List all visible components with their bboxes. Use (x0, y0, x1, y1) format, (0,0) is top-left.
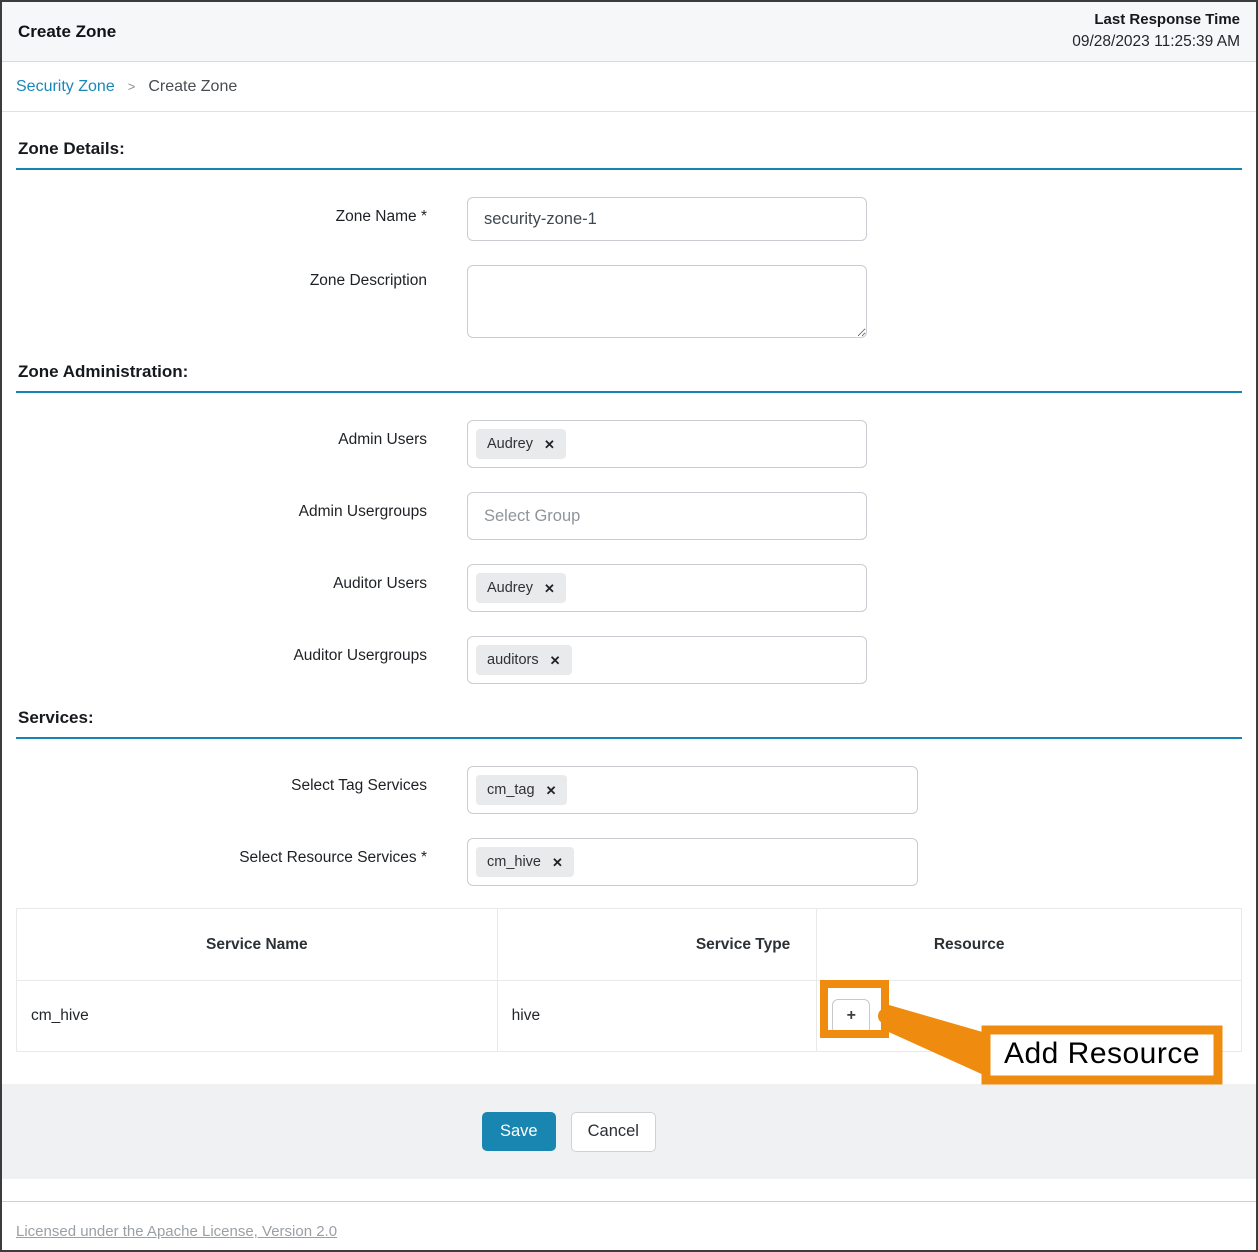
tag-services-row: Select Tag Services cm_tag ✕ (16, 766, 1242, 814)
resource-services-select[interactable]: cm_hive ✕ (467, 838, 918, 886)
chip-remove-icon[interactable]: ✕ (544, 582, 555, 595)
zone-name-row: Zone Name * (16, 197, 1242, 241)
resource-services-label: Select Resource Services * (16, 838, 427, 867)
chip-remove-icon[interactable]: ✕ (546, 784, 557, 797)
create-zone-page: Create Zone Last Response Time 09/28/202… (0, 0, 1258, 1252)
auditor-users-row: Auditor Users Audrey ✕ (16, 564, 1242, 612)
auditor-users-select[interactable]: Audrey ✕ (467, 564, 867, 612)
admin-usergroups-row: Admin Usergroups Select Group (16, 492, 1242, 540)
chip-resource-service: cm_hive ✕ (476, 847, 574, 877)
cell-resource: + (817, 981, 1242, 1052)
last-response-label: Last Response Time (1072, 9, 1240, 31)
admin-users-select[interactable]: Audrey ✕ (467, 420, 867, 468)
breadcrumb-current: Create Zone (148, 78, 237, 96)
col-header-service-name: Service Name (17, 909, 498, 981)
page-title: Create Zone (18, 22, 116, 42)
chip-remove-icon[interactable]: ✕ (552, 856, 563, 869)
chip-label: Audrey (487, 580, 533, 596)
col-header-resource: Resource (817, 909, 1242, 981)
auditor-usergroups-label: Auditor Usergroups (16, 636, 427, 665)
admin-users-label: Admin Users (16, 420, 427, 449)
chip-label: auditors (487, 652, 539, 668)
admin-usergroups-select[interactable]: Select Group (467, 492, 867, 540)
chip-admin-user: Audrey ✕ (476, 429, 566, 459)
section-heading-zone-administration: Zone Administration: (16, 362, 1242, 393)
save-button[interactable]: Save (482, 1112, 556, 1151)
footer-gap (2, 1179, 1256, 1201)
last-response-time: Last Response Time 09/28/2023 11:25:39 A… (1072, 2, 1240, 61)
footer: Licensed under the Apache License, Versi… (2, 1201, 1256, 1241)
topbar: Create Zone Last Response Time 09/28/202… (2, 2, 1256, 62)
tag-services-select[interactable]: cm_tag ✕ (467, 766, 918, 814)
chip-auditor-usergroup: auditors ✕ (476, 645, 572, 675)
chip-label: cm_tag (487, 782, 535, 798)
chip-auditor-user: Audrey ✕ (476, 573, 566, 603)
admin-users-row: Admin Users Audrey ✕ (16, 420, 1242, 468)
zone-name-input[interactable] (467, 197, 867, 241)
cell-service-type: hive (497, 981, 817, 1052)
col-header-service-type: Service Type (497, 909, 817, 981)
service-table-header-row: Service Name Service Type Resource (17, 909, 1242, 981)
auditor-usergroups-select[interactable]: auditors ✕ (467, 636, 867, 684)
auditor-users-label: Auditor Users (16, 564, 427, 593)
section-heading-zone-details: Zone Details: (16, 139, 1242, 170)
cancel-button[interactable]: Cancel (571, 1112, 656, 1152)
cell-service-name: cm_hive (17, 981, 498, 1052)
zone-name-label: Zone Name * (16, 197, 427, 226)
service-table: Service Name Service Type Resource cm_hi… (16, 908, 1242, 1052)
zone-description-input[interactable] (467, 265, 867, 338)
chip-label: Audrey (487, 436, 533, 452)
section-heading-services: Services: (16, 708, 1242, 739)
admin-usergroups-placeholder: Select Group (476, 507, 580, 526)
chip-tag-service: cm_tag ✕ (476, 775, 567, 805)
table-row: cm_hive hive + (17, 981, 1242, 1052)
admin-usergroups-label: Admin Usergroups (16, 492, 427, 521)
add-resource-button[interactable]: + (832, 999, 870, 1034)
actions-band: Save Cancel (2, 1084, 1256, 1179)
breadcrumb-separator-icon: > (128, 79, 136, 94)
breadcrumb: Security Zone > Create Zone (2, 62, 1256, 112)
last-response-value: 09/28/2023 11:25:39 AM (1072, 31, 1240, 53)
form-content: Zone Details: Zone Name * Zone Descripti… (2, 139, 1256, 1052)
chip-remove-icon[interactable]: ✕ (544, 438, 555, 451)
tag-services-label: Select Tag Services (16, 766, 427, 795)
zone-description-label: Zone Description (16, 265, 427, 290)
license-link[interactable]: Licensed under the Apache License, Versi… (16, 1223, 337, 1240)
chip-label: cm_hive (487, 854, 541, 870)
zone-description-row: Zone Description (16, 265, 1242, 338)
resource-services-row: Select Resource Services * cm_hive ✕ (16, 838, 1242, 886)
breadcrumb-link-security-zone[interactable]: Security Zone (16, 78, 115, 96)
auditor-usergroups-row: Auditor Usergroups auditors ✕ (16, 636, 1242, 684)
chip-remove-icon[interactable]: ✕ (550, 654, 561, 667)
